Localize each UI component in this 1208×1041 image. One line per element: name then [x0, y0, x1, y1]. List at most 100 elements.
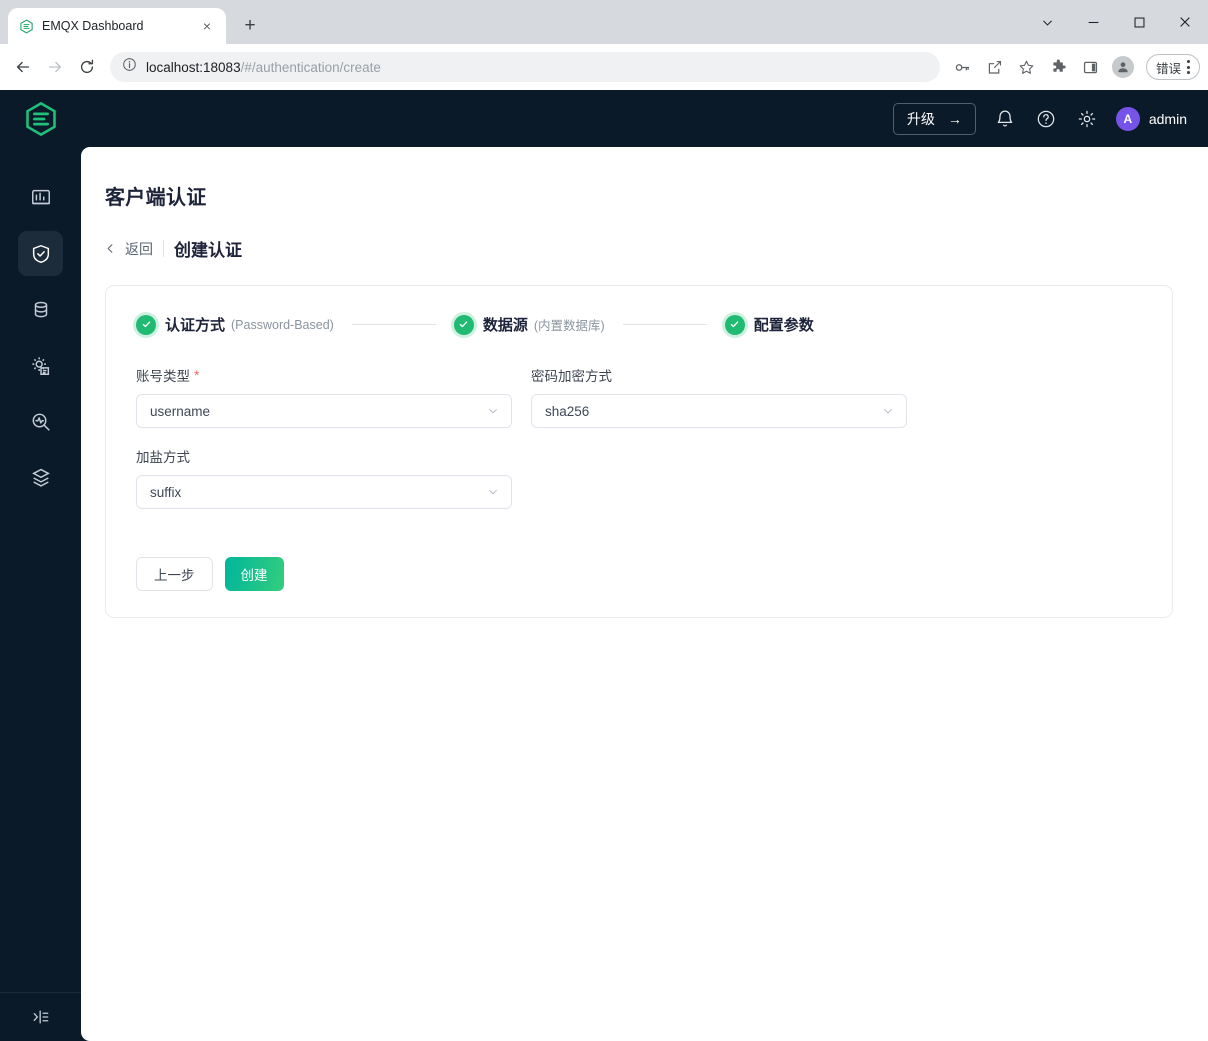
browser-toolbar: localhost:18083/#/authentication/create: [0, 44, 1208, 90]
selected-value: sha256: [545, 403, 590, 419]
create-button[interactable]: 创建: [224, 557, 284, 591]
step-data-source[interactable]: 数据源 (内置数据库): [453, 314, 605, 335]
required-asterisk: *: [194, 367, 200, 383]
field-salt-position: 加盐方式 suffix: [136, 446, 512, 509]
password-hash-select[interactable]: sha256: [531, 394, 907, 428]
selected-value: username: [150, 403, 211, 419]
side-panel-icon[interactable]: [1076, 52, 1106, 82]
field-label: 账号类型 *: [136, 365, 512, 385]
page-content: 客户端认证 返回 创建认证 认证方式 (Password-Based) 数据源 …: [81, 147, 1208, 1041]
back-icon[interactable]: [8, 52, 38, 82]
arrow-right-icon: →: [947, 110, 962, 127]
app-topbar: 升级 → A admin: [81, 90, 1208, 147]
form-row: 账号类型 * username 密码加密方式 sha256: [136, 365, 1142, 446]
close-tab-icon[interactable]: ×: [198, 17, 216, 35]
step-config-params[interactable]: 配置参数: [724, 314, 820, 335]
reload-icon[interactable]: [72, 52, 102, 82]
app-sidebar: [0, 90, 81, 1041]
field-label: 加盐方式: [136, 446, 512, 466]
user-menu[interactable]: A admin: [1115, 106, 1187, 131]
check-circle-icon: [724, 314, 745, 335]
step-sublabel: (Password-Based): [231, 317, 334, 332]
breadcrumb: 返回 创建认证: [105, 236, 1176, 261]
browser-tab[interactable]: EMQX Dashboard ×: [8, 8, 226, 44]
close-window-icon[interactable]: [1162, 0, 1208, 44]
chevron-down-icon: [487, 486, 499, 498]
chevron-down-icon: [882, 405, 894, 417]
tab-search-chevron-icon[interactable]: [1024, 0, 1070, 44]
share-icon[interactable]: [980, 52, 1010, 82]
tab-title: EMQX Dashboard: [42, 19, 144, 33]
help-circle-icon[interactable]: [1034, 107, 1058, 131]
stepper: 认证方式 (Password-Based) 数据源 (内置数据库) 配置参数: [128, 314, 1150, 335]
account-type-select[interactable]: username: [136, 394, 512, 428]
form-row: 加盐方式 suffix: [136, 446, 1142, 527]
site-info-icon[interactable]: [122, 57, 137, 77]
previous-step-button[interactable]: 上一步: [136, 557, 213, 591]
form-actions: 上一步 创建: [128, 527, 1150, 591]
gear-icon[interactable]: [1075, 107, 1099, 131]
profile-avatar[interactable]: [1108, 52, 1138, 82]
address-bar[interactable]: localhost:18083/#/authentication/create: [110, 52, 940, 82]
label-text: 加盐方式: [136, 450, 190, 465]
field-label: 密码加密方式: [531, 365, 907, 385]
user-name: admin: [1148, 110, 1187, 127]
step-label: 数据源: [482, 317, 528, 334]
auth-config-form: 账号类型 * username 密码加密方式 sha256 加盐方式 suffi…: [128, 335, 1150, 527]
forward-icon: [40, 52, 70, 82]
step-sublabel: (内置数据库): [533, 319, 605, 333]
url-path: /#/authentication/create: [240, 59, 381, 75]
chevron-down-icon: [487, 405, 499, 417]
upgrade-label: 升级: [906, 110, 935, 127]
step-label: 配置参数: [753, 317, 814, 334]
step-connector: [351, 324, 436, 325]
step-auth-method[interactable]: 认证方式 (Password-Based): [136, 314, 334, 335]
breadcrumb-separator: [163, 240, 164, 257]
salt-position-select[interactable]: suffix: [136, 475, 512, 509]
chevron-left-icon: [107, 244, 113, 253]
back-label: 返回: [125, 240, 153, 257]
browser-menu-icon[interactable]: [1184, 60, 1193, 74]
sidebar-item-access-control[interactable]: [18, 231, 63, 276]
field-password-hash: 密码加密方式 sha256: [531, 365, 907, 428]
tab-strip: EMQX Dashboard × +: [0, 0, 1208, 44]
maximize-window-icon[interactable]: [1116, 0, 1162, 44]
collapse-sidebar-button[interactable]: [0, 992, 81, 1041]
error-status-pill[interactable]: 错误: [1145, 54, 1200, 80]
back-link[interactable]: 返回: [105, 239, 153, 259]
check-circle-icon: [136, 314, 156, 335]
selected-value: suffix: [150, 484, 182, 500]
error-label: 错误: [1155, 61, 1181, 76]
label-text: 账号类型: [136, 369, 190, 384]
new-tab-button[interactable]: +: [236, 12, 264, 40]
extensions-puzzle-icon[interactable]: [1044, 52, 1074, 82]
url-host: localhost:18083: [146, 59, 241, 75]
sidebar-item-diagnose[interactable]: [18, 399, 63, 444]
url-text: localhost:18083/#/authentication/create: [146, 60, 381, 75]
bell-icon[interactable]: [993, 107, 1017, 131]
label-text: 密码加密方式: [531, 369, 612, 384]
avatar-person-icon: [1111, 56, 1134, 78]
minimize-window-icon[interactable]: [1070, 0, 1116, 44]
emqx-hexagon-icon: [18, 18, 34, 34]
toolbar-actions: 错误: [948, 52, 1200, 82]
check-circle-icon: [453, 314, 474, 335]
step-connector: [622, 324, 707, 325]
sidebar-item-dashboard[interactable]: [18, 175, 63, 220]
window-controls: [1024, 0, 1208, 44]
page-title: 客户端认证: [105, 187, 207, 209]
emqx-logo[interactable]: [0, 90, 81, 147]
avatar: A: [1115, 106, 1140, 131]
bookmark-star-icon[interactable]: [1012, 52, 1042, 82]
sidebar-nav: [18, 147, 63, 500]
emqx-dashboard: 升级 → A admin 客户端认证 返回 创建认证 认证方式 (Passwor…: [0, 90, 1208, 1041]
upgrade-button[interactable]: 升级 →: [892, 102, 976, 135]
sidebar-item-extensions[interactable]: [18, 455, 63, 500]
browser-window: EMQX Dashboard × + localhost:18083/#/aut…: [0, 0, 1208, 1041]
create-auth-card: 认证方式 (Password-Based) 数据源 (内置数据库) 配置参数 账…: [105, 285, 1173, 618]
password-key-icon[interactable]: [948, 52, 978, 82]
breadcrumb-current: 创建认证: [174, 241, 242, 260]
sidebar-item-data-integration[interactable]: [18, 287, 63, 332]
step-label: 认证方式: [165, 317, 226, 334]
sidebar-item-management[interactable]: [18, 343, 63, 388]
